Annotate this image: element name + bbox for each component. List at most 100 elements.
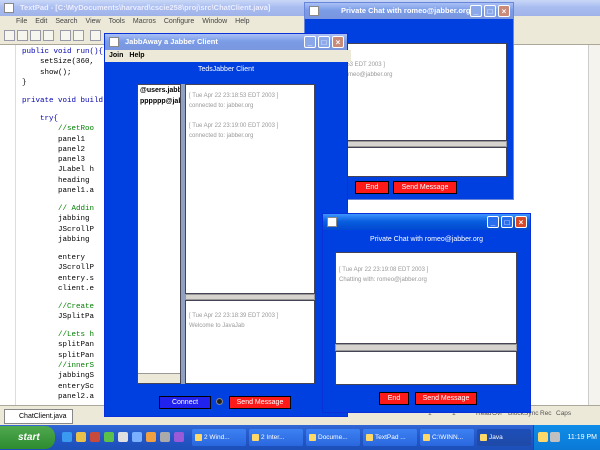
code-line: try{ [22,114,59,123]
code-line: panel1.a [22,187,95,195]
textpad-menu-item[interactable]: Tools [109,16,125,28]
server-log-pane: [ Tue Apr 22 23:18:53 EDT 2003 ] connect… [185,84,315,294]
file-tab-chatclient[interactable]: ChatClient.java [4,409,74,424]
jabbaway-window: JabbAway a Jabber Client _ □ × Join Help… [104,33,351,417]
chat1-end-button[interactable]: End [355,181,389,194]
chat1-message-input[interactable] [329,147,507,177]
chat2-log-line: [ Tue Apr 22 23:19:08 EDT 2003 ] [339,267,429,273]
code-line: jabbingS [22,372,95,381]
chat2-send-button[interactable]: Send Message [415,392,477,405]
chat1-titlebar[interactable]: Private Chat with romeo@jabber.org _ □ × [305,3,513,19]
textpad-menu-item[interactable]: Edit [35,16,47,28]
textpad-menu-item[interactable]: Window [202,16,227,28]
code-line: enterySc [22,382,95,391]
roster-item[interactable]: pppppp@jab [138,96,180,107]
maximize-icon[interactable]: □ [484,5,496,17]
chat2-log-line: Chatting with: romeo@jabber.org [339,277,427,283]
code-line: entery [22,253,90,262]
code-line: //Lets h [22,331,95,340]
cut-icon[interactable] [90,30,101,41]
textpad-menu-item[interactable]: View [86,16,101,28]
taskbar-btn-cmd[interactable]: C:\WINN... [420,429,474,446]
code-line: JScrollP [22,225,95,234]
save-all-icon[interactable] [43,30,54,41]
log-line: [ Tue Apr 22 23:18:39 EDT 2003 ] [189,313,279,319]
connection-status-icon [216,398,223,405]
save-icon[interactable] [30,30,41,41]
minimize-icon[interactable]: _ [304,36,316,48]
chat2-split-divider[interactable] [335,344,517,351]
log-line: connected to: jabber.org [189,133,254,139]
start-label: start [18,432,40,443]
textpad-app-icon [4,3,14,13]
maximize-icon[interactable]: □ [501,216,513,228]
system-tray: 11:19 PM [533,425,600,450]
print-icon[interactable] [60,30,71,41]
taskbar-btn-java[interactable]: Java [477,429,531,446]
jabb-menubar: Join Help [105,50,351,62]
connect-button[interactable]: Connect [159,396,211,409]
close-icon[interactable]: × [515,216,527,228]
editor-vertical-scrollbar[interactable] [588,45,600,405]
tray-volume-icon[interactable] [550,432,560,442]
chat2-end-button[interactable]: End [379,392,409,405]
textpad-menu-item[interactable]: Macros [133,16,156,28]
tray-network-icon[interactable] [538,432,548,442]
log-line: [ Tue Apr 22 23:19:00 EDT 2003 ] [189,123,279,129]
taskbar-btn-internet[interactable]: 2 Inter... [249,429,303,446]
java-cup-icon [109,37,119,47]
taskbar-btn-textpad[interactable]: TextPad ... [363,429,417,446]
code-line: panel2 [22,145,90,154]
close-icon[interactable]: × [498,5,510,17]
client-heading: TedsJabber Client [197,66,255,73]
print-preview-icon[interactable] [73,30,84,41]
tool-quicklaunch-icon[interactable] [160,432,170,442]
minimize-icon[interactable]: _ [470,5,482,17]
chat2-message-input[interactable] [335,351,517,385]
status-indicator: Rec [540,410,552,417]
new-file-icon[interactable] [4,30,15,41]
code-line: heading [22,176,90,185]
code-line: entery.s [22,274,95,283]
roster-horizontal-scrollbar[interactable] [138,373,180,383]
editor-gutter [0,45,16,405]
jabb-titlebar[interactable]: JabbAway a Jabber Client _ □ × [105,34,347,50]
code-line: //innerS [22,362,95,370]
textpad-menu-item[interactable]: File [16,16,27,28]
chat1-send-button[interactable]: Send Message [393,181,457,194]
textpad-menu-item[interactable]: Help [235,16,249,28]
jabb-title: JabbAway a Jabber Client [125,37,218,46]
app-quicklaunch-icon[interactable] [118,432,128,442]
chat2-heading: Private Chat with romeo@jabber.org [370,236,483,243]
open-folder-icon[interactable] [17,30,28,41]
folder-quicklaunch-icon[interactable] [76,432,86,442]
network-quicklaunch-icon[interactable] [132,432,142,442]
desktop-quicklaunch-icon[interactable] [104,432,114,442]
code-line: //setRoo [22,125,95,134]
menu-join[interactable]: Join [109,50,123,62]
minimize-icon[interactable]: _ [487,216,499,228]
textpad-menu-item[interactable]: Search [55,16,77,28]
code-line: panel2.a [22,392,95,401]
code-line: jabbing [22,235,95,244]
roster-list[interactable]: @users.jabb pppppp@jab [137,84,181,384]
taskbar-btn-documents[interactable]: Docume... [306,429,360,446]
taskbar-btn-windows[interactable]: 2 Wind... [192,429,246,446]
textpad-menu-item[interactable]: Configure [164,16,194,28]
menu-help[interactable]: Help [129,50,144,62]
code-line: JSplitPa [22,313,95,322]
misc-quicklaunch-icon[interactable] [174,432,184,442]
roster-item[interactable]: @users.jabb [138,85,180,96]
log-line: [ Tue Apr 22 23:18:53 EDT 2003 ] [189,93,279,99]
jabb-send-button[interactable]: Send Message [229,396,291,409]
clock: 11:19 PM [567,434,597,441]
status-indicator: Caps [556,410,572,417]
maximize-icon[interactable]: □ [318,36,330,48]
chat1-title: Private Chat with romeo@jabber.org [341,6,471,15]
ie-quicklaunch-icon[interactable] [62,432,72,442]
chat2-titlebar[interactable]: _ □ × [323,214,530,230]
mail-quicklaunch-icon[interactable] [146,432,156,442]
media-quicklaunch-icon[interactable] [90,432,100,442]
close-icon[interactable]: × [332,36,344,48]
start-button[interactable]: start [0,426,55,449]
